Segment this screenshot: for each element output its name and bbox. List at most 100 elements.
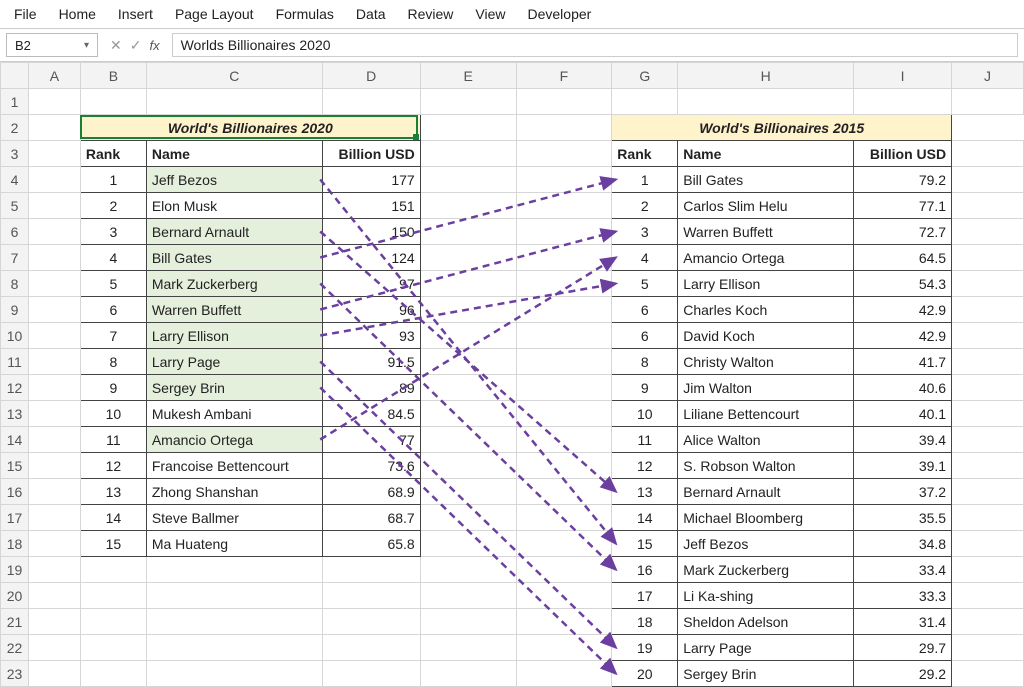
cell-G8[interactable]: 5: [612, 271, 678, 297]
cell-A23[interactable]: [28, 661, 80, 687]
cell-J18[interactable]: [952, 531, 1024, 557]
name-box[interactable]: B2 ▾: [6, 33, 98, 57]
cell-H21[interactable]: Sheldon Adelson: [678, 609, 854, 635]
cell-G14[interactable]: 11: [612, 427, 678, 453]
cell-F7[interactable]: [516, 245, 612, 271]
cell-J3[interactable]: [952, 141, 1024, 167]
cell-A5[interactable]: [28, 193, 80, 219]
cell-C23[interactable]: [146, 661, 322, 687]
cell-I5[interactable]: 77.1: [854, 193, 952, 219]
ribbon-view[interactable]: View: [475, 6, 505, 22]
cell-F5[interactable]: [516, 193, 612, 219]
cell-F16[interactable]: [516, 479, 612, 505]
ribbon-developer[interactable]: Developer: [528, 6, 592, 22]
cell-C1[interactable]: [146, 89, 322, 115]
cell-H8[interactable]: Larry Ellison: [678, 271, 854, 297]
cell-G12[interactable]: 9: [612, 375, 678, 401]
cell-C15[interactable]: Francoise Bettencourt: [146, 453, 322, 479]
row-header-5[interactable]: 5: [1, 193, 29, 219]
cell-A13[interactable]: [28, 401, 80, 427]
col-header-D[interactable]: D: [322, 63, 420, 89]
cell-F3[interactable]: [516, 141, 612, 167]
cell-J12[interactable]: [952, 375, 1024, 401]
select-all-corner[interactable]: [1, 63, 29, 89]
cell-E9[interactable]: [420, 297, 516, 323]
cell-B8[interactable]: 5: [80, 271, 146, 297]
cell-B7[interactable]: 4: [80, 245, 146, 271]
cell-J20[interactable]: [952, 583, 1024, 609]
cell-B22[interactable]: [80, 635, 146, 661]
cell-B4[interactable]: 1: [80, 167, 146, 193]
cell-D13[interactable]: 84.5: [322, 401, 420, 427]
cell-I12[interactable]: 40.6: [854, 375, 952, 401]
cell-A1[interactable]: [28, 89, 80, 115]
cell-D22[interactable]: [322, 635, 420, 661]
cell-A7[interactable]: [28, 245, 80, 271]
cell-F18[interactable]: [516, 531, 612, 557]
cell-I17[interactable]: 35.5: [854, 505, 952, 531]
cell-A22[interactable]: [28, 635, 80, 661]
row-header-13[interactable]: 13: [1, 401, 29, 427]
cell-B21[interactable]: [80, 609, 146, 635]
cell-A10[interactable]: [28, 323, 80, 349]
cell-B5[interactable]: 2: [80, 193, 146, 219]
cell-E12[interactable]: [420, 375, 516, 401]
cell-F23[interactable]: [516, 661, 612, 687]
cell-F11[interactable]: [516, 349, 612, 375]
cell-H11[interactable]: Christy Walton: [678, 349, 854, 375]
cell-F8[interactable]: [516, 271, 612, 297]
col-header-H[interactable]: H: [678, 63, 854, 89]
cell-D16[interactable]: 68.9: [322, 479, 420, 505]
row-header-14[interactable]: 14: [1, 427, 29, 453]
row-header-19[interactable]: 19: [1, 557, 29, 583]
cell-J4[interactable]: [952, 167, 1024, 193]
cell-C3[interactable]: Name: [146, 141, 322, 167]
cell-I15[interactable]: 39.1: [854, 453, 952, 479]
cell-A12[interactable]: [28, 375, 80, 401]
accept-icon[interactable]: ✓: [130, 37, 142, 54]
cell-F22[interactable]: [516, 635, 612, 661]
row-header-17[interactable]: 17: [1, 505, 29, 531]
cell-E13[interactable]: [420, 401, 516, 427]
cell-A11[interactable]: [28, 349, 80, 375]
cell-I20[interactable]: 33.3: [854, 583, 952, 609]
cell-B18[interactable]: 15: [80, 531, 146, 557]
cell-E17[interactable]: [420, 505, 516, 531]
cell-C4[interactable]: Jeff Bezos: [146, 167, 322, 193]
row-header-7[interactable]: 7: [1, 245, 29, 271]
cell-D14[interactable]: 77: [322, 427, 420, 453]
cell-I14[interactable]: 39.4: [854, 427, 952, 453]
cell-B11[interactable]: 8: [80, 349, 146, 375]
row-header-3[interactable]: 3: [1, 141, 29, 167]
col-header-J[interactable]: J: [952, 63, 1024, 89]
col-header-I[interactable]: I: [854, 63, 952, 89]
cell-H16[interactable]: Bernard Arnault: [678, 479, 854, 505]
cell-H10[interactable]: David Koch: [678, 323, 854, 349]
cell-D11[interactable]: 91.5: [322, 349, 420, 375]
cell-F20[interactable]: [516, 583, 612, 609]
cell-J23[interactable]: [952, 661, 1024, 687]
cell-G5[interactable]: 2: [612, 193, 678, 219]
cell-I13[interactable]: 40.1: [854, 401, 952, 427]
cell-B20[interactable]: [80, 583, 146, 609]
cell-B3[interactable]: Rank: [80, 141, 146, 167]
cell-I1[interactable]: [854, 89, 952, 115]
cell-C19[interactable]: [146, 557, 322, 583]
col-header-B[interactable]: B: [80, 63, 146, 89]
cell-G18[interactable]: 15: [612, 531, 678, 557]
cell-G15[interactable]: 12: [612, 453, 678, 479]
cell-C12[interactable]: Sergey Brin: [146, 375, 322, 401]
row-header-8[interactable]: 8: [1, 271, 29, 297]
row-header-23[interactable]: 23: [1, 661, 29, 687]
cell-D3[interactable]: Billion USD: [322, 141, 420, 167]
cell-J19[interactable]: [952, 557, 1024, 583]
cell-E18[interactable]: [420, 531, 516, 557]
cell-H13[interactable]: Liliane Bettencourt: [678, 401, 854, 427]
cell-F15[interactable]: [516, 453, 612, 479]
cell-A14[interactable]: [28, 427, 80, 453]
cell-G3[interactable]: Rank: [612, 141, 678, 167]
cell-J14[interactable]: [952, 427, 1024, 453]
cell-J1[interactable]: [952, 89, 1024, 115]
cell-J10[interactable]: [952, 323, 1024, 349]
cell-J7[interactable]: [952, 245, 1024, 271]
